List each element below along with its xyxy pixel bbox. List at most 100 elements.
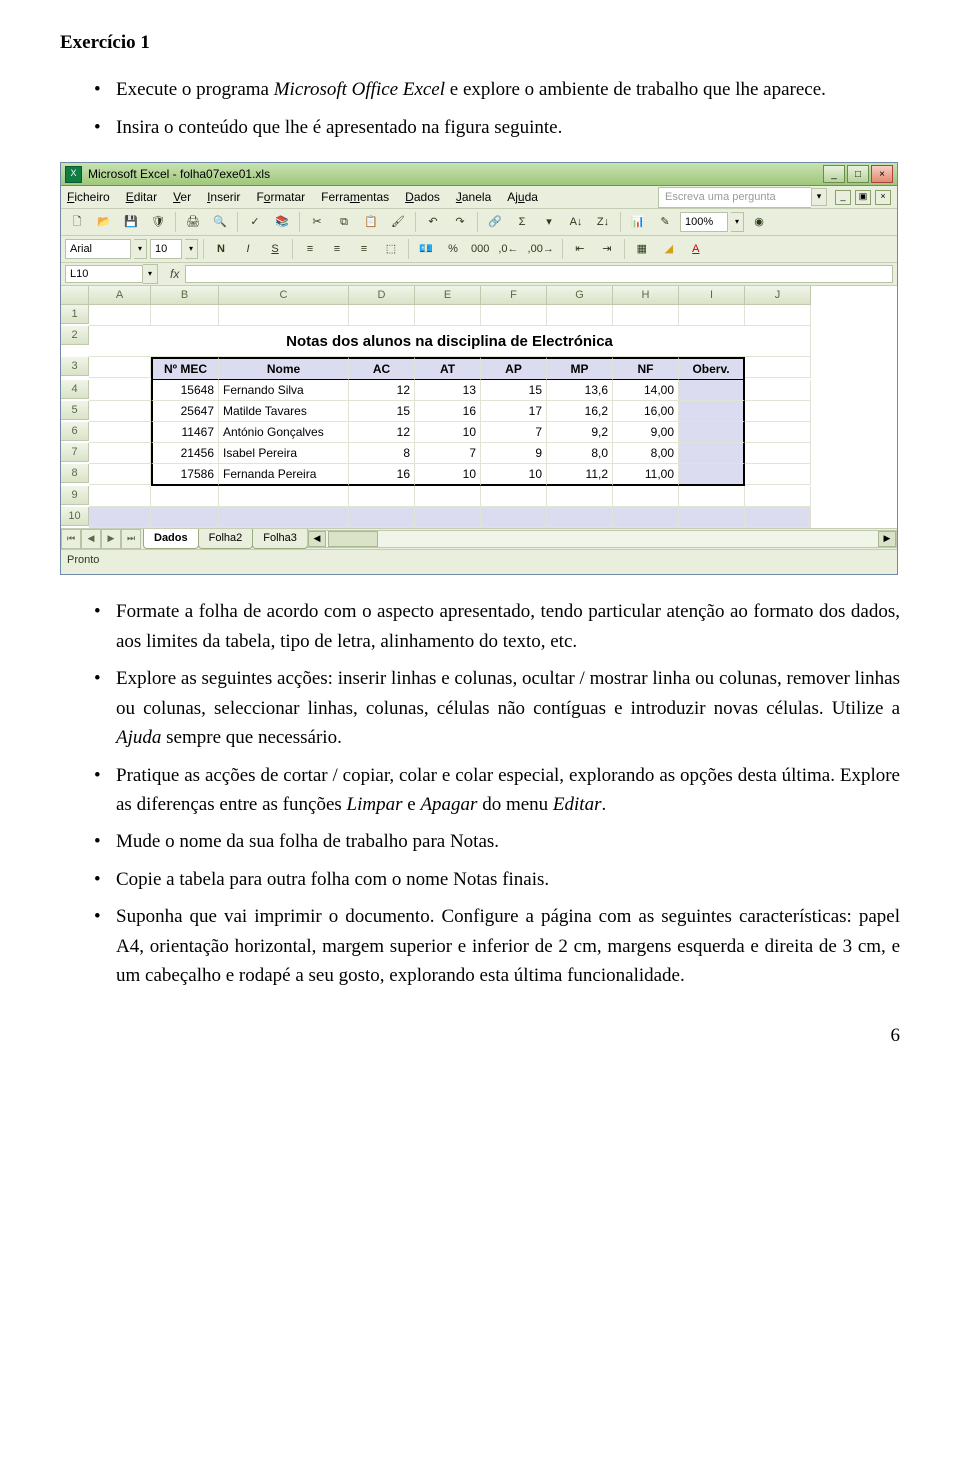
cell[interactable]: 12: [349, 422, 415, 443]
table-header[interactable]: Oberv.: [679, 357, 745, 380]
cell[interactable]: [349, 507, 415, 528]
cell[interactable]: [745, 305, 811, 326]
italic-icon[interactable]: I: [236, 238, 260, 260]
merge-center-icon[interactable]: ⬚: [379, 238, 403, 260]
sort-asc-icon[interactable]: A↓: [564, 211, 588, 233]
row-header[interactable]: 10: [61, 507, 89, 526]
cell[interactable]: [415, 486, 481, 507]
cell[interactable]: [89, 507, 151, 528]
ask-a-question-box[interactable]: Escreva uma pergunta: [658, 187, 811, 208]
cell[interactable]: 12: [349, 380, 415, 401]
cell[interactable]: [679, 443, 745, 464]
cell[interactable]: [415, 305, 481, 326]
tab-nav-prev-icon[interactable]: ◀: [81, 529, 101, 549]
cell[interactable]: [89, 422, 151, 443]
row-header[interactable]: 8: [61, 464, 89, 483]
font-size-box[interactable]: 10: [150, 239, 182, 259]
name-box-dropdown[interactable]: ▾: [143, 264, 158, 284]
fx-icon[interactable]: fx: [170, 265, 179, 284]
cell[interactable]: 16,00: [613, 401, 679, 422]
permission-icon[interactable]: 🛡: [146, 211, 170, 233]
increase-indent-icon[interactable]: ⇥: [595, 238, 619, 260]
cell[interactable]: [151, 486, 219, 507]
fill-color-icon[interactable]: ◢: [657, 238, 681, 260]
cell[interactable]: 16: [349, 464, 415, 486]
cell[interactable]: [481, 507, 547, 528]
col-header[interactable]: J: [745, 286, 811, 305]
minimize-button[interactable]: _: [823, 165, 845, 183]
col-header[interactable]: G: [547, 286, 613, 305]
ask-dropdown[interactable]: ▾: [811, 188, 827, 206]
sheet-title[interactable]: Notas dos alunos na disciplina de Electr…: [89, 326, 811, 357]
cell[interactable]: 8,00: [613, 443, 679, 464]
cell[interactable]: 10: [481, 464, 547, 486]
help-icon[interactable]: ◉: [747, 211, 771, 233]
sort-desc-icon[interactable]: Z↓: [591, 211, 615, 233]
cell[interactable]: 15: [481, 380, 547, 401]
cell[interactable]: [219, 507, 349, 528]
sheet-tab[interactable]: Folha2: [198, 529, 254, 549]
table-header[interactable]: MP: [547, 357, 613, 380]
menu-inserir[interactable]: Inserir: [207, 188, 240, 207]
row-header[interactable]: 7: [61, 443, 89, 462]
spelling-icon[interactable]: ✓: [243, 211, 267, 233]
cell[interactable]: [349, 486, 415, 507]
cell[interactable]: [679, 380, 745, 401]
cell[interactable]: 16,2: [547, 401, 613, 422]
scroll-thumb[interactable]: [328, 531, 378, 547]
paste-icon[interactable]: 📋: [359, 211, 383, 233]
col-header[interactable]: A: [89, 286, 151, 305]
menu-formatar[interactable]: Formatar: [256, 188, 305, 207]
cell[interactable]: [679, 305, 745, 326]
undo-icon[interactable]: ↶: [421, 211, 445, 233]
format-painter-icon[interactable]: 🖌: [386, 211, 410, 233]
cell[interactable]: [613, 305, 679, 326]
cell[interactable]: Matilde Tavares: [219, 401, 349, 422]
row-header[interactable]: 9: [61, 486, 89, 505]
cell[interactable]: [481, 305, 547, 326]
menu-ferramentas[interactable]: Ferramentas: [321, 188, 389, 207]
cell[interactable]: [89, 401, 151, 422]
cell[interactable]: [745, 422, 811, 443]
cell[interactable]: [89, 464, 151, 485]
row-header[interactable]: 3: [61, 357, 89, 376]
col-header[interactable]: E: [415, 286, 481, 305]
cell[interactable]: [745, 357, 811, 378]
cell[interactable]: [679, 401, 745, 422]
redo-icon[interactable]: ↷: [448, 211, 472, 233]
new-icon[interactable]: 🗋: [65, 211, 89, 233]
spreadsheet-grid[interactable]: A B C D E F G H I J 1 2 Notas dos alunos…: [61, 286, 897, 528]
underline-icon[interactable]: S: [263, 238, 287, 260]
cell[interactable]: [679, 507, 745, 528]
row-header[interactable]: 6: [61, 422, 89, 441]
zoom-dropdown[interactable]: ▾: [731, 212, 744, 232]
cell[interactable]: 17586: [151, 464, 219, 486]
table-header[interactable]: AC: [349, 357, 415, 380]
row-header[interactable]: 4: [61, 380, 89, 399]
cell[interactable]: Fernanda Pereira: [219, 464, 349, 486]
menu-editar[interactable]: Editar: [126, 188, 157, 207]
row-header[interactable]: 1: [61, 305, 89, 324]
cell[interactable]: [89, 305, 151, 326]
zoom-box[interactable]: 100%: [680, 212, 728, 232]
menu-ficheiro[interactable]: Ficheiro: [67, 188, 110, 207]
print-icon[interactable]: 🖨: [181, 211, 205, 233]
cell[interactable]: [89, 486, 151, 507]
autosum-icon[interactable]: Σ: [510, 211, 534, 233]
cell[interactable]: [679, 422, 745, 443]
font-color-icon[interactable]: A: [684, 238, 708, 260]
align-center-icon[interactable]: ≡: [325, 238, 349, 260]
cell[interactable]: 15648: [151, 380, 219, 401]
cell[interactable]: 9,00: [613, 422, 679, 443]
cell[interactable]: 7: [481, 422, 547, 443]
doc-restore-button[interactable]: ▣: [855, 190, 871, 205]
cell[interactable]: 8,0: [547, 443, 613, 464]
cell[interactable]: [151, 305, 219, 326]
cell[interactable]: 13: [415, 380, 481, 401]
print-preview-icon[interactable]: 🔍: [208, 211, 232, 233]
cell[interactable]: [745, 507, 811, 528]
cell[interactable]: 11,2: [547, 464, 613, 486]
cell[interactable]: 10: [415, 464, 481, 486]
cell[interactable]: 11467: [151, 422, 219, 443]
col-header[interactable]: C: [219, 286, 349, 305]
